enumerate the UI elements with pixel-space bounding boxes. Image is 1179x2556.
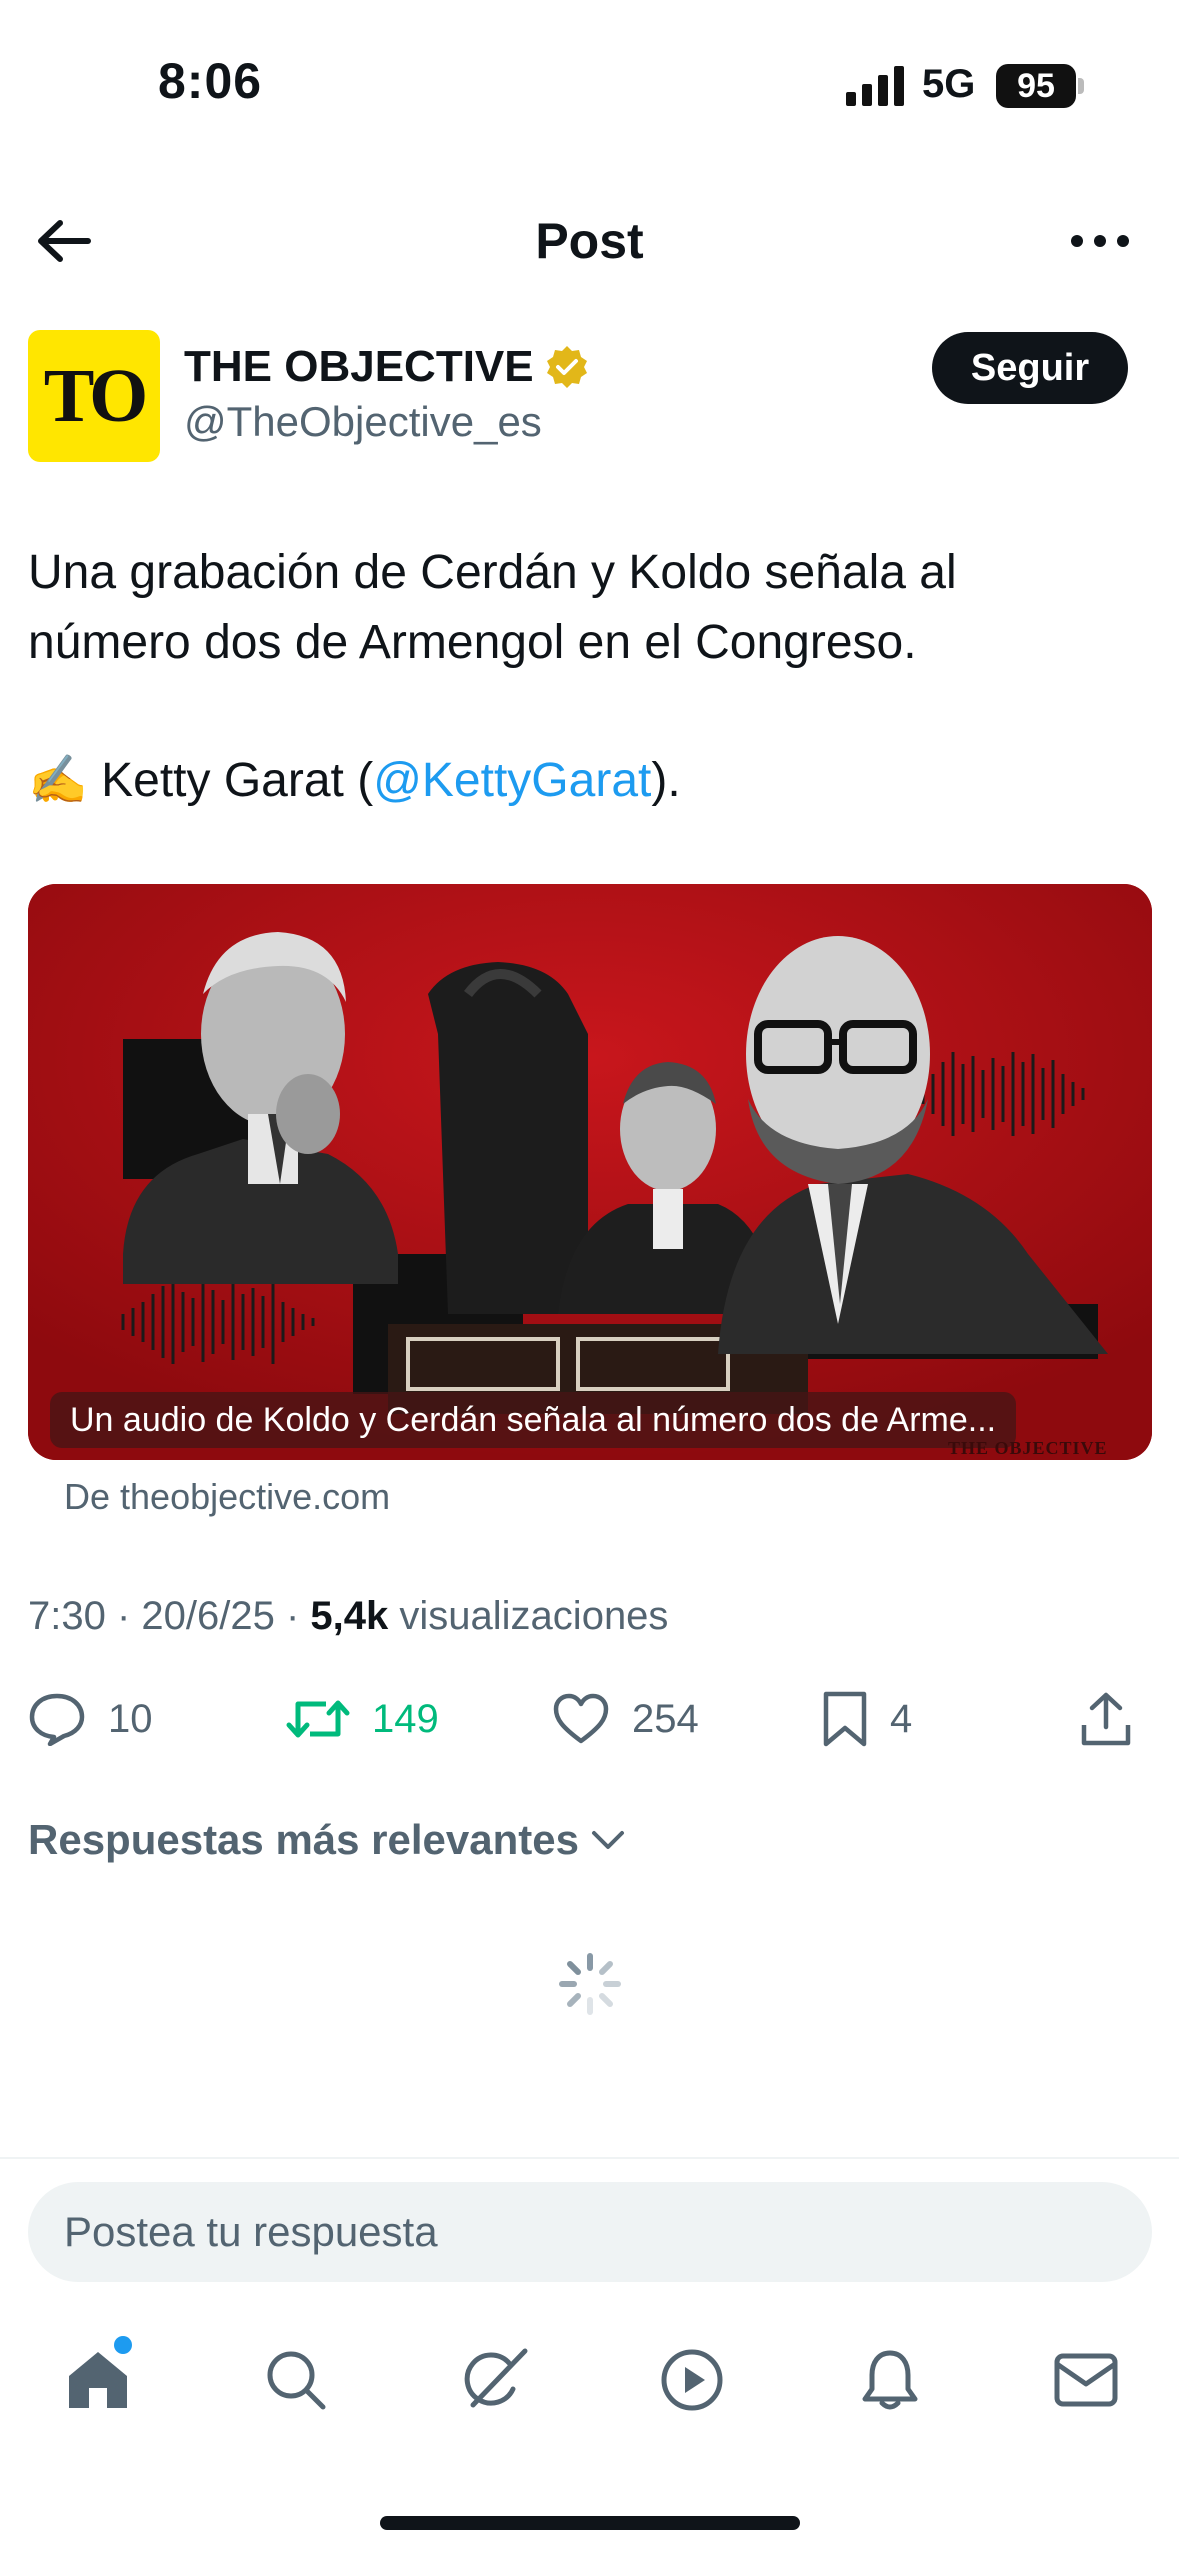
retweet-button[interactable]: 149 <box>286 1686 439 1752</box>
replies-sort-label: Respuestas más relevantes <box>28 1816 579 1863</box>
tweet-time: 7:30 <box>28 1594 106 1638</box>
battery-icon: 95 <box>996 64 1076 108</box>
tweet-meta: 7:30 · 20/6/25 · 5,4k visualizaciones <box>28 1594 669 1638</box>
reply-input[interactable] <box>28 2182 1152 2282</box>
mail-icon <box>1054 2353 1118 2407</box>
loading-spinner-icon <box>559 1953 621 2015</box>
signal-icon <box>846 66 904 106</box>
ellipsis-icon <box>1071 235 1129 247</box>
share-icon <box>1081 1692 1131 1746</box>
bookmark-icon <box>823 1691 867 1747</box>
author-name[interactable]: THE OBJECTIVE <box>184 342 534 392</box>
views-count: 5,4k <box>310 1594 389 1638</box>
tab-search[interactable] <box>256 2340 336 2420</box>
retweet-icon <box>286 1700 350 1738</box>
comment-icon <box>29 1693 85 1746</box>
article-image <box>28 884 1152 1460</box>
grok-icon <box>464 2348 528 2408</box>
replies-sort-dropdown[interactable]: Respuestas más relevantes <box>28 1816 625 1864</box>
bookmark-count: 4 <box>890 1696 913 1741</box>
views-label: visualizaciones <box>399 1594 669 1638</box>
play-icon <box>661 2349 723 2411</box>
image-watermark: THE OBJECTIVE <box>948 1438 1108 1458</box>
network-label: 5G <box>922 62 976 106</box>
writing-hand-emoji: ✍️ <box>28 754 88 807</box>
heart-icon <box>553 1693 609 1744</box>
tweet-line: número dos de Armengol en el Congreso. <box>28 616 917 669</box>
tab-notifications[interactable] <box>850 2340 930 2420</box>
link-card-title[interactable]: Un audio de Koldo y Cerdán señala al núm… <box>50 1392 1017 1448</box>
tab-video[interactable] <box>652 2340 732 2420</box>
link-source[interactable]: De theobjective.com <box>64 1476 390 1518</box>
bookmark-button[interactable]: 4 <box>822 1686 912 1752</box>
author-name-row[interactable]: THE OBJECTIVE <box>184 342 590 392</box>
follow-button[interactable]: Seguir <box>932 332 1128 404</box>
chevron-down-icon <box>591 1831 624 1849</box>
retweet-count: 149 <box>372 1696 439 1741</box>
more-options-button[interactable] <box>1060 210 1140 272</box>
like-count: 254 <box>632 1696 699 1741</box>
link-card-image[interactable]: Un audio de Koldo y Cerdán señala al núm… <box>28 884 1152 1460</box>
author-handle[interactable]: @TheObjective_es <box>184 398 542 446</box>
home-icon <box>69 2352 127 2408</box>
mention-link[interactable]: @KettyGarat <box>373 754 651 807</box>
tab-messages[interactable] <box>1046 2340 1126 2420</box>
divider <box>0 2157 1179 2159</box>
tweet-line: Una grabación de Cerdán y Koldo señala a… <box>28 546 957 599</box>
share-button[interactable] <box>1080 1686 1132 1752</box>
tab-grok[interactable] <box>454 2340 534 2420</box>
like-button[interactable]: 254 <box>552 1686 699 1752</box>
tweet-text: Una grabación de Cerdán y Koldo señala a… <box>28 538 1138 816</box>
tweet-date: 20/6/25 <box>141 1594 275 1638</box>
battery-nub <box>1078 78 1084 94</box>
reply-button[interactable]: 10 <box>28 1686 153 1752</box>
verified-badge-icon <box>546 346 587 388</box>
battery-level: 95 <box>1017 66 1055 105</box>
page-title: Post <box>535 213 644 269</box>
tweet-author-credit: ✍️ Ketty Garat (@KettyGarat). <box>28 754 681 807</box>
reply-count: 10 <box>108 1696 153 1741</box>
avatar[interactable]: TO <box>28 330 160 462</box>
search-icon <box>267 2351 326 2410</box>
home-indicator[interactable] <box>380 2516 800 2530</box>
notification-dot <box>114 2336 132 2354</box>
bell-icon <box>862 2350 918 2410</box>
status-time: 8:06 <box>158 53 263 109</box>
